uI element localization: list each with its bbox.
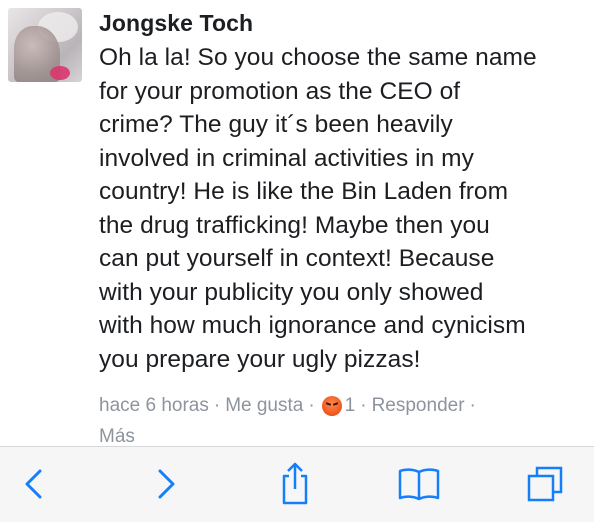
comment-author[interactable]: Jongske Toch — [99, 10, 253, 37]
comment-line: with your publicity you only showed — [99, 278, 484, 306]
share-icon — [282, 462, 308, 505]
comment-line: Oh la la! So you choose the same name — [99, 44, 537, 71]
comment-text: Oh la la! So you choose the same name fo… — [99, 41, 589, 376]
tabs-icon — [527, 466, 563, 502]
comment-timestamp[interactable]: hace 6 horas — [99, 395, 209, 417]
comment: Jongske Toch Oh la la! So you choose the… — [0, 0, 594, 446]
more-link[interactable]: Más — [99, 426, 135, 446]
comment-line: crime? The guy it´s been heavily — [99, 111, 453, 138]
reaction-count[interactable]: 1 — [345, 395, 356, 417]
comment-line: you prepare your ugly pizzas! — [99, 345, 421, 373]
meta-separator: · — [360, 395, 367, 416]
avatar-badge — [50, 66, 70, 80]
bookmarks-button[interactable] — [394, 459, 444, 509]
bookmarks-icon — [398, 468, 440, 501]
back-button[interactable] — [10, 459, 60, 509]
meta-separator: · — [308, 395, 315, 416]
forward-icon — [158, 469, 175, 499]
comment-line: country! He is like the Bin Laden from — [99, 178, 509, 205]
comment-line: with how much ignorance and cynicism — [99, 312, 526, 339]
tabs-button[interactable] — [520, 459, 570, 509]
reply-link[interactable]: Responder — [372, 395, 465, 417]
angry-reaction-icon[interactable] — [321, 396, 342, 416]
comment-line: involved in criminal activities in my — [99, 144, 474, 172]
meta-separator: · — [213, 395, 221, 416]
meta-separator: · — [469, 395, 476, 416]
forward-button[interactable] — [140, 459, 190, 509]
comment-line: for your promotion as the CEO of — [99, 77, 461, 105]
browser-toolbar — [0, 446, 594, 522]
avatar[interactable] — [8, 8, 82, 82]
comment-meta: hace 6 horas · Me gusta · 1 · Responder … — [99, 395, 481, 417]
comment-line: can put yourself in context! Because — [99, 245, 495, 272]
back-icon — [25, 469, 42, 499]
share-button[interactable] — [270, 459, 320, 509]
like-link[interactable]: Me gusta — [225, 395, 303, 417]
comment-line: the drug trafficking! Maybe then you — [99, 211, 490, 239]
